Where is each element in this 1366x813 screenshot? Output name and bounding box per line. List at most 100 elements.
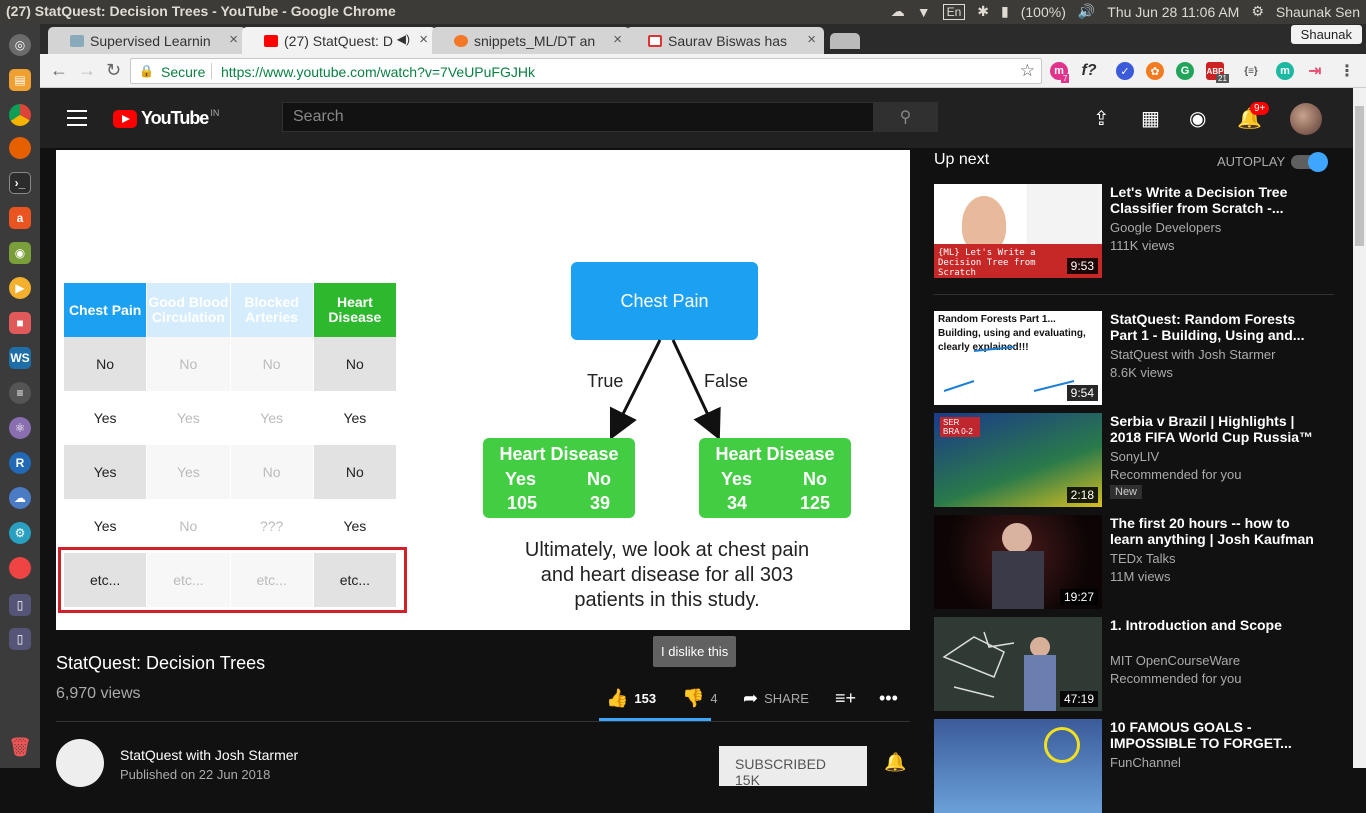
video-title[interactable]: 10 FAMOUS GOALS - IMPOSSIBLE TO FORGET..… bbox=[1110, 719, 1325, 751]
settings-app-icon[interactable]: ◉ bbox=[9, 242, 31, 264]
extension-icon[interactable]: ✓ bbox=[1116, 62, 1134, 80]
search-input[interactable]: Search bbox=[282, 102, 874, 132]
channel-name[interactable]: StatQuest with Josh Starmer bbox=[120, 747, 298, 763]
recommendation-item[interactable]: {ML} Let's Write a Decision Tree from Sc… bbox=[934, 184, 1334, 278]
json-extension-icon[interactable]: {≡} bbox=[1242, 62, 1260, 80]
clock[interactable]: Thu Jun 28 11:06 AM bbox=[1107, 4, 1239, 20]
usb-icon[interactable]: ▯ bbox=[9, 594, 31, 616]
extension-icon[interactable]: ⇥ bbox=[1306, 62, 1324, 80]
recommendation-item[interactable]: 47:19 1. Introduction and Scope MIT Open… bbox=[934, 617, 1334, 711]
video-thumbnail[interactable]: Random Forests Part 1... Building, using… bbox=[934, 311, 1102, 405]
lock-icon[interactable]: 🔒 bbox=[139, 64, 154, 78]
battery-icon[interactable]: ▮ bbox=[1001, 3, 1009, 20]
channel-name[interactable]: SonyLIV bbox=[1110, 449, 1159, 464]
video-title[interactable]: StatQuest: Random Forests Part 1 - Build… bbox=[1110, 311, 1325, 343]
usb2-icon[interactable]: ▯ bbox=[9, 628, 31, 650]
hamburger-menu-icon[interactable] bbox=[67, 110, 87, 126]
video-thumbnail[interactable] bbox=[934, 719, 1102, 813]
channel-avatar[interactable] bbox=[56, 739, 104, 787]
channel-name[interactable]: StatQuest with Josh Starmer bbox=[1110, 347, 1275, 362]
fx-extension-icon[interactable]: f? bbox=[1080, 62, 1098, 80]
chrome-icon[interactable] bbox=[9, 104, 31, 126]
avatar[interactable] bbox=[1290, 103, 1322, 135]
recommendation-item[interactable]: 10 FAMOUS GOALS - IMPOSSIBLE TO FORGET..… bbox=[934, 719, 1334, 813]
trash-icon[interactable]: 🗑 bbox=[9, 736, 32, 758]
firefox-icon[interactable] bbox=[9, 137, 31, 159]
autoplay-toggle[interactable] bbox=[1291, 152, 1328, 172]
forward-button[interactable]: → bbox=[78, 60, 96, 81]
recommendation-item[interactable]: Random Forests Part 1... Building, using… bbox=[934, 311, 1334, 405]
grammarly-icon[interactable]: G bbox=[1176, 62, 1194, 80]
back-button[interactable]: ← bbox=[50, 60, 68, 81]
tab-snippets[interactable]: snippets_ML/DT an × bbox=[432, 27, 630, 54]
close-icon[interactable]: × bbox=[807, 31, 816, 48]
upload-icon[interactable]: ⇪ bbox=[1093, 106, 1110, 131]
video-thumbnail[interactable]: SER BRA 0-2 2:18 bbox=[934, 413, 1102, 507]
apps-grid-icon[interactable]: ▦ bbox=[1141, 106, 1160, 131]
recommendation-item[interactable]: SER BRA 0-2 2:18 Serbia v Brazil | Highl… bbox=[934, 413, 1334, 507]
channel-name[interactable]: MIT OpenCourseWare bbox=[1110, 653, 1240, 668]
new-tab-button[interactable] bbox=[830, 33, 860, 49]
vlc-icon[interactable]: ▶ bbox=[9, 277, 31, 299]
audio-icon[interactable]: ◀) bbox=[397, 32, 410, 46]
close-icon[interactable]: × bbox=[229, 31, 238, 48]
app-icon[interactable]: ■ bbox=[9, 312, 31, 334]
video-thumbnail[interactable]: 19:27 bbox=[934, 515, 1102, 609]
wifi-icon[interactable]: ▼ bbox=[917, 4, 931, 20]
tab-gmail[interactable]: Saurav Biswas has × bbox=[626, 27, 824, 54]
add-to-playlist-button[interactable]: ≡+ bbox=[835, 688, 856, 709]
language-indicator[interactable]: En bbox=[942, 3, 966, 20]
video-player[interactable]: Chest Pain Good Blood Circulation Blocke… bbox=[56, 150, 910, 630]
tab-supervised[interactable]: Supervised Learnin × bbox=[48, 27, 246, 54]
url-text[interactable]: https://www.youtube.com/watch?v=7VeUPuFG… bbox=[221, 64, 535, 80]
video-title[interactable]: 1. Introduction and Scope bbox=[1110, 617, 1325, 633]
channel-name[interactable]: TEDx Talks bbox=[1110, 551, 1176, 566]
weather-icon[interactable]: ☁ bbox=[9, 487, 31, 509]
extension-icon[interactable]: m bbox=[1276, 62, 1294, 80]
close-icon[interactable]: × bbox=[419, 31, 428, 48]
reload-button[interactable]: ↻ bbox=[106, 60, 121, 81]
video-title[interactable]: The first 20 hours -- how to learn anyth… bbox=[1110, 515, 1325, 547]
dash-icon[interactable]: ◎ bbox=[9, 34, 31, 56]
like-count: 153 bbox=[634, 691, 657, 706]
tab-statquest[interactable]: (27) StatQuest: D ◀) × bbox=[242, 27, 436, 54]
video-thumbnail[interactable]: {ML} Let's Write a Decision Tree from Sc… bbox=[934, 184, 1102, 278]
atom-icon[interactable]: ⚛ bbox=[9, 417, 31, 439]
subscribe-button[interactable]: SUBSCRIBED 15K bbox=[719, 746, 867, 788]
bookmark-star-icon[interactable]: ☆ bbox=[1020, 61, 1035, 81]
power-icon[interactable]: ⚙ bbox=[1251, 3, 1264, 20]
video-title[interactable]: Serbia v Brazil | Highlights | 2018 FIFA… bbox=[1110, 413, 1325, 445]
gear-app-icon[interactable]: ⚙ bbox=[9, 522, 31, 544]
webstorm-icon[interactable]: WS bbox=[9, 347, 31, 369]
search-button[interactable]: ⚲ bbox=[873, 102, 938, 132]
software-icon[interactable]: a bbox=[9, 207, 31, 229]
more-actions-button[interactable]: ••• bbox=[879, 688, 898, 709]
video-thumbnail[interactable]: 47:19 bbox=[934, 617, 1102, 711]
scrollbar-thumb[interactable] bbox=[1355, 106, 1364, 246]
r-icon[interactable]: R bbox=[9, 452, 31, 474]
dislike-button[interactable]: 👎 4 bbox=[682, 688, 718, 709]
close-icon[interactable]: × bbox=[613, 31, 622, 48]
profile-button[interactable]: Shaunak bbox=[1290, 25, 1362, 44]
notification-bell-icon[interactable]: 🔔 bbox=[884, 752, 906, 773]
menu-icon[interactable]: ⋮ bbox=[1338, 62, 1356, 80]
share-button[interactable]: ➦ SHARE bbox=[743, 688, 809, 709]
youtube-logo[interactable]: YouTube IN bbox=[113, 108, 219, 129]
extension-icon[interactable]: ✿ bbox=[1146, 62, 1164, 80]
user-name[interactable]: Shaunak Sen bbox=[1276, 4, 1360, 20]
bluetooth-icon[interactable]: ✱ bbox=[977, 3, 989, 20]
terminal-icon[interactable]: ›_ bbox=[9, 172, 31, 194]
volume-icon[interactable]: 🔊 bbox=[1078, 3, 1095, 20]
recommendation-item[interactable]: 19:27 The first 20 hours -- how to learn… bbox=[934, 515, 1334, 609]
channel-name[interactable]: Google Developers bbox=[1110, 220, 1221, 235]
like-button[interactable]: 👍 153 bbox=[606, 688, 656, 709]
address-bar[interactable]: 🔒 Secure https://www.youtube.com/watch?v… bbox=[130, 58, 1042, 84]
secure-label: Secure bbox=[161, 64, 206, 80]
page-scrollbar[interactable] bbox=[1353, 88, 1366, 768]
files-icon[interactable]: ▤ bbox=[9, 69, 31, 91]
cloud-icon[interactable]: ☁ bbox=[891, 3, 905, 20]
video-title[interactable]: Let's Write a Decision Tree Classifier f… bbox=[1110, 184, 1325, 216]
database-icon[interactable]: ≡ bbox=[9, 382, 31, 404]
messages-icon[interactable]: ◉ bbox=[1189, 106, 1206, 131]
disk-icon[interactable] bbox=[9, 557, 31, 579]
